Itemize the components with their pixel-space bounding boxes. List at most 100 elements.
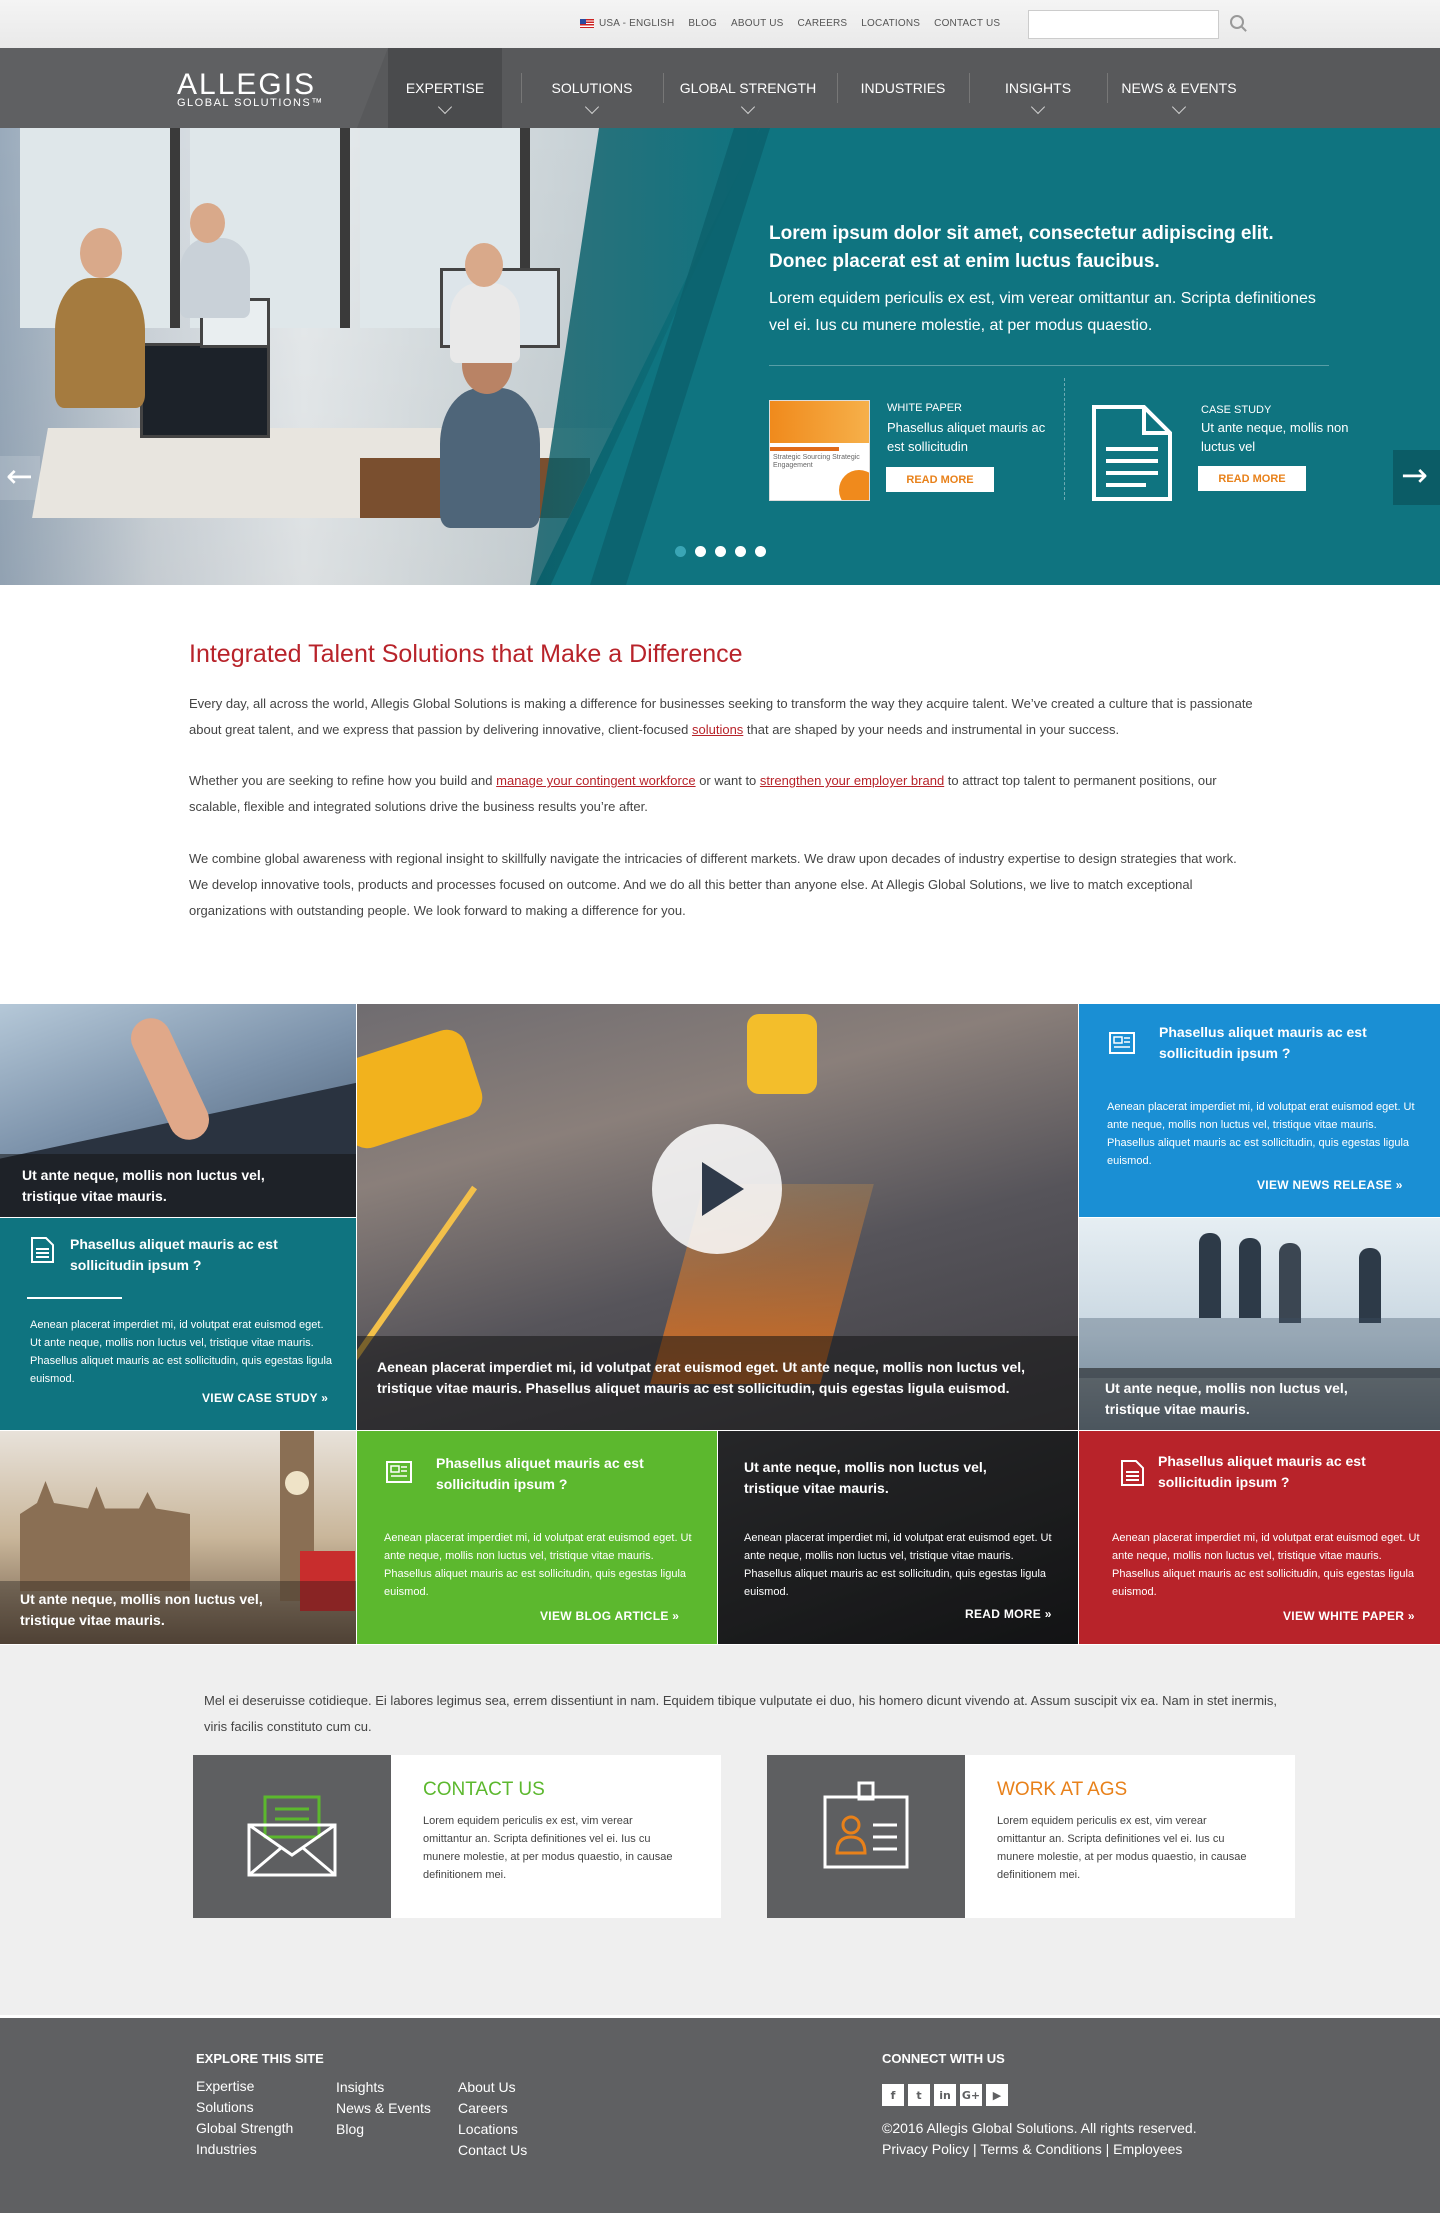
footer-link-insights[interactable]: Insights xyxy=(336,2077,431,2098)
video-tile[interactable]: Aenean placerat imperdiet mi, id volutpa… xyxy=(357,1004,1078,1430)
photo-head xyxy=(190,203,225,243)
facebook-icon[interactable]: f xyxy=(882,2084,904,2106)
work-at-ags-card[interactable]: WORK AT AGS Lorem equidem periculis ex e… xyxy=(767,1755,1295,1918)
white-paper-thumbnail[interactable]: Strategic Sourcing Strategic Engagement xyxy=(769,400,870,501)
contingent-workforce-link[interactable]: manage your contingent workforce xyxy=(496,773,695,788)
chevron-down-icon xyxy=(1030,99,1046,115)
case-study-tile[interactable]: Phasellus aliquet mauris ac est sollicit… xyxy=(0,1218,356,1430)
terms-link[interactable]: Terms & Conditions xyxy=(980,2141,1101,2157)
work-at-ags-title: WORK AT AGS xyxy=(997,1779,1128,1800)
carousel-dot[interactable] xyxy=(735,546,746,557)
white-paper-read-more-button[interactable]: READ MORE xyxy=(886,467,994,492)
footer-link-solutions[interactable]: Solutions xyxy=(196,2097,293,2118)
hero-heading: Lorem ipsum dolor sit amet, consectetur … xyxy=(769,223,1274,272)
blog-tile[interactable]: Phasellus aliquet mauris ac est sollicit… xyxy=(357,1431,717,1644)
locale-selector[interactable]: USA - ENGLISH xyxy=(580,18,674,29)
id-badge-icon xyxy=(823,1781,909,1869)
tablet-tile[interactable]: Ut ante neque, mollis non luctus vel, tr… xyxy=(0,1004,356,1217)
footer-link-about[interactable]: About Us xyxy=(458,2077,527,2098)
linkedin-icon[interactable]: in xyxy=(934,2084,956,2106)
intro-paragraph-1: Every day, all across the world, Allegis… xyxy=(189,691,1259,743)
connect-heading: CONNECT WITH US xyxy=(882,2051,1005,2066)
footer-link-contact[interactable]: Contact Us xyxy=(458,2140,527,2161)
carousel-prev-button[interactable]: ← xyxy=(0,456,40,500)
nav-news-events[interactable]: NEWS & EVENTS xyxy=(1108,48,1250,128)
hand-graphic xyxy=(124,1011,216,1147)
hero-divider xyxy=(769,365,1329,366)
video-caption: Aenean placerat imperdiet mi, id volutpa… xyxy=(377,1359,1026,1396)
view-case-study-link[interactable]: VIEW CASE STUDY » xyxy=(202,1391,328,1405)
search-icon[interactable] xyxy=(1230,15,1244,29)
meeting-tile[interactable]: Ut ante neque, mollis non luctus vel, tr… xyxy=(1079,1218,1440,1430)
twitter-icon[interactable]: t xyxy=(908,2084,930,2106)
newspaper-icon xyxy=(1109,1032,1135,1054)
white-paper-tile[interactable]: Phasellus aliquet mauris ac est sollicit… xyxy=(1079,1431,1440,1644)
photo-person xyxy=(180,238,250,318)
utility-link-careers[interactable]: CAREERS xyxy=(798,18,848,29)
footer-link-news-events[interactable]: News & Events xyxy=(336,2098,431,2119)
nav-global-strength[interactable]: GLOBAL STRENGTH xyxy=(664,48,832,128)
read-more-body: Aenean placerat imperdiet mi, id volutpa… xyxy=(744,1532,1052,1599)
nav-solutions[interactable]: SOLUTIONS xyxy=(522,48,662,128)
carousel-dot[interactable] xyxy=(675,546,686,557)
chevron-down-icon xyxy=(740,99,756,115)
read-more-tile[interactable]: Ut ante neque, mollis non luctus vel, tr… xyxy=(718,1431,1078,1644)
tile-divider xyxy=(27,1297,122,1299)
view-blog-article-link[interactable]: VIEW BLOG ARTICLE » xyxy=(540,1609,679,1623)
footer-link-expertise[interactable]: Expertise xyxy=(196,2076,293,2097)
google-plus-icon[interactable]: G+ xyxy=(960,2084,982,2106)
news-release-tile[interactable]: Phasellus aliquet mauris ac est sollicit… xyxy=(1079,1004,1440,1217)
chevron-down-icon xyxy=(584,99,600,115)
utility-link-blog[interactable]: BLOG xyxy=(688,18,717,29)
site-footer: EXPLORE THIS SITE Expertise Solutions Gl… xyxy=(0,2018,1440,2213)
taxi-graphic xyxy=(747,1014,817,1094)
hero-text: Lorem equidem periculis ex est, vim vere… xyxy=(769,290,1316,335)
carousel-next-button[interactable]: → xyxy=(1393,450,1440,505)
nav-insights[interactable]: INSIGHTS xyxy=(970,48,1106,128)
nav-label: INSIGHTS xyxy=(1004,80,1072,96)
nav-expertise[interactable]: EXPERTISE xyxy=(388,48,502,128)
clock-graphic xyxy=(285,1471,309,1495)
document-icon xyxy=(1121,1460,1144,1486)
link-label: VIEW BLOG ARTICLE xyxy=(540,1609,669,1623)
thumbnail-title: Strategic Sourcing Strategic Engagement xyxy=(773,454,860,469)
carousel-dot[interactable] xyxy=(695,546,706,557)
footer-link-industries[interactable]: Industries xyxy=(196,2139,293,2160)
view-white-paper-link[interactable]: VIEW WHITE PAPER » xyxy=(1283,1609,1415,1623)
read-more-link[interactable]: READ MORE » xyxy=(965,1607,1052,1621)
view-news-release-link[interactable]: VIEW NEWS RELEASE » xyxy=(1257,1178,1403,1192)
photo-person xyxy=(1239,1238,1261,1318)
photo-person xyxy=(1279,1243,1301,1323)
employer-brand-link[interactable]: strengthen your employer brand xyxy=(760,773,944,788)
footer-column-3: About Us Careers Locations Contact Us xyxy=(458,2077,527,2161)
employees-link[interactable]: Employees xyxy=(1113,2141,1182,2157)
copyright: ©2016 Allegis Global Solutions. All righ… xyxy=(882,2120,1197,2136)
intro-title: Integrated Talent Solutions that Make a … xyxy=(189,640,743,668)
utility-link-contact[interactable]: CONTACT US xyxy=(934,18,1000,29)
utility-link-about[interactable]: ABOUT US xyxy=(731,18,784,29)
play-button[interactable] xyxy=(652,1124,782,1254)
contact-us-card[interactable]: CONTACT US Lorem equidem periculis ex es… xyxy=(193,1755,721,1918)
nav-industries[interactable]: INDUSTRIES xyxy=(838,48,968,128)
solutions-link[interactable]: solutions xyxy=(692,722,743,737)
footer-link-blog[interactable]: Blog xyxy=(336,2119,431,2140)
carousel-dot[interactable] xyxy=(755,546,766,557)
youtube-icon[interactable]: ▶ xyxy=(986,2084,1008,2106)
case-study-read-more-button[interactable]: READ MORE xyxy=(1198,466,1306,491)
us-flag-icon xyxy=(580,18,594,28)
utility-link-locations[interactable]: LOCATIONS xyxy=(861,18,920,29)
white-paper-type: WHITE PAPER xyxy=(887,402,962,414)
arrow-right-icon: → xyxy=(1401,456,1428,494)
card-icon-panel xyxy=(193,1755,391,1918)
main-nav: ALLEGIS GLOBAL SOLUTIONS™ EXPERTISE SOLU… xyxy=(0,48,1440,128)
footer-link-careers[interactable]: Careers xyxy=(458,2098,527,2119)
london-tile[interactable]: Ut ante neque, mollis non luctus vel, tr… xyxy=(0,1431,356,1644)
carousel-dot[interactable] xyxy=(715,546,726,557)
privacy-policy-link[interactable]: Privacy Policy xyxy=(882,2141,969,2157)
legal-links: Privacy Policy | Terms & Conditions | Em… xyxy=(882,2141,1183,2157)
hero-carousel: ← → xyxy=(0,128,1440,585)
chevron-down-icon xyxy=(1171,99,1187,115)
footer-link-global-strength[interactable]: Global Strength xyxy=(196,2118,293,2139)
footer-link-locations[interactable]: Locations xyxy=(458,2119,527,2140)
search-input[interactable] xyxy=(1028,10,1219,39)
